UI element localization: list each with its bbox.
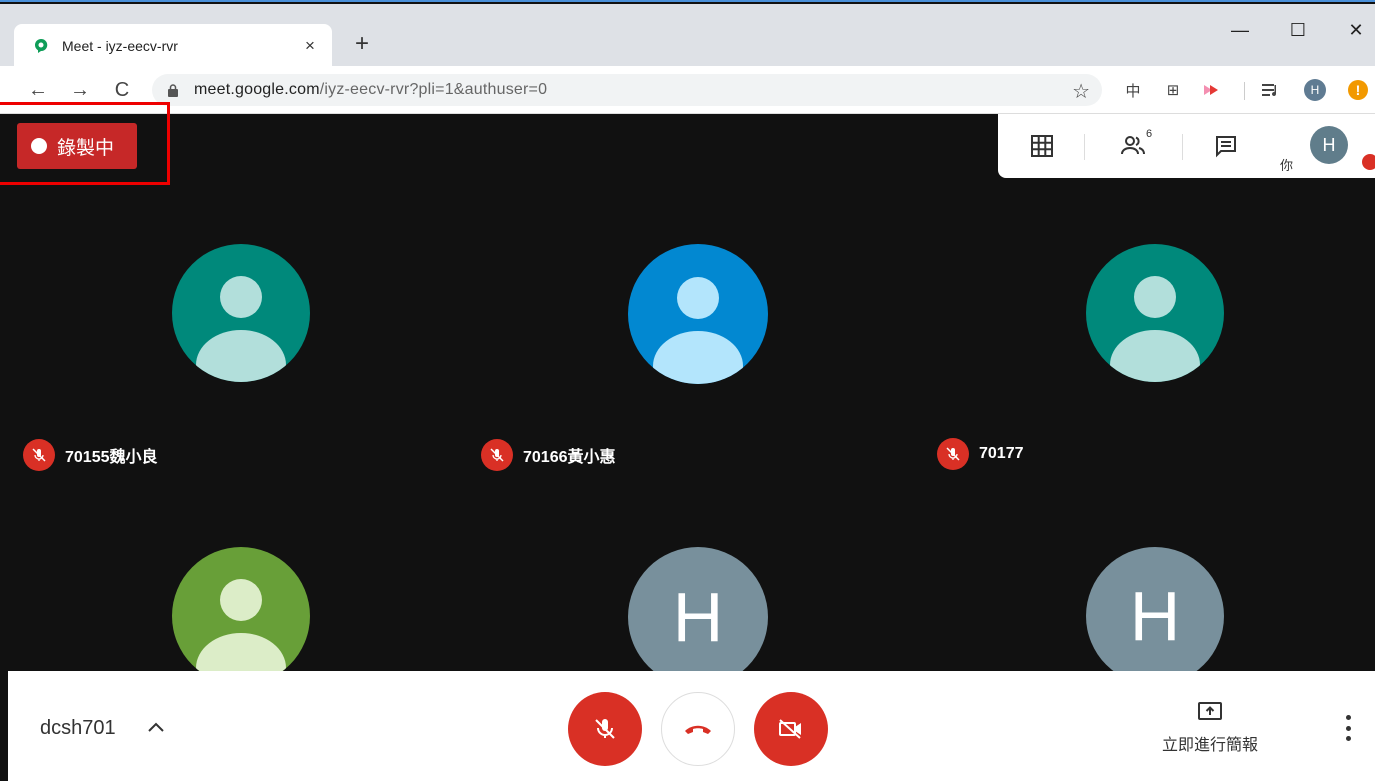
record-extension-icon[interactable] — [1200, 78, 1222, 102]
participant-name: 70155魏小良 — [23, 439, 158, 471]
meeting-code[interactable]: dcsh701 — [40, 717, 116, 740]
more-options-icon[interactable] — [1338, 715, 1358, 741]
participant-name: 70166黃小惠 — [481, 439, 616, 471]
leave-call-button[interactable] — [661, 692, 735, 766]
maximize-button[interactable]: ☐ — [1286, 18, 1310, 42]
chevron-up-icon[interactable] — [144, 715, 168, 739]
forward-button[interactable]: → — [68, 78, 92, 102]
grid-extension-icon[interactable]: ⊞ — [1162, 78, 1184, 102]
participant-name-text: 70155魏小良 — [65, 449, 158, 466]
lock-icon — [168, 84, 178, 97]
camera-toggle-button[interactable] — [754, 692, 828, 766]
address-bar: ← → C meet.google.com/iyz-eecv-rvr?pli=1… — [0, 66, 1375, 114]
participant-avatar — [172, 547, 310, 685]
participant-name: 70177 — [937, 438, 1024, 470]
url-input[interactable]: meet.google.com/iyz-eecv-rvr?pli=1&authu… — [152, 74, 1102, 106]
mic-off-icon — [937, 438, 969, 470]
person-head-icon — [220, 579, 262, 621]
profile-avatar[interactable]: H — [1302, 78, 1328, 102]
present-screen-icon — [1197, 701, 1223, 723]
camera-off-icon — [779, 719, 801, 739]
participant-avatar — [172, 244, 310, 382]
participants-button[interactable]: 6 — [1116, 128, 1152, 160]
present-now-button[interactable]: 立即進行簡報 — [1158, 701, 1262, 755]
person-body-icon — [196, 330, 286, 382]
present-now-label: 立即進行簡報 — [1161, 737, 1258, 754]
tab-title: Meet - iyz-eecv-rvr — [62, 38, 178, 54]
mic-toggle-button[interactable] — [568, 692, 642, 766]
chat-icon[interactable] — [1212, 132, 1240, 160]
minimize-button[interactable]: — — [1228, 18, 1252, 42]
hang-up-icon — [685, 725, 711, 734]
media-queue-icon[interactable] — [1260, 78, 1282, 102]
self-mic-off-icon — [1362, 154, 1375, 170]
update-warning-icon[interactable]: ! — [1346, 78, 1370, 102]
toolbar-separator — [1244, 82, 1245, 100]
tab-strip: Meet - iyz-eecv-rvr × + — ☐ ✕ — [0, 4, 1375, 68]
new-tab-button[interactable]: + — [350, 32, 374, 56]
self-avatar: H — [1310, 126, 1348, 164]
panel-separator — [1084, 134, 1085, 160]
self-label: 你 — [1280, 158, 1294, 173]
participant-count: 6 — [1146, 128, 1153, 140]
person-head-icon — [677, 277, 719, 319]
person-body-icon — [1110, 330, 1200, 382]
reload-button[interactable]: C — [110, 78, 134, 102]
profile-initial: H — [1304, 79, 1326, 101]
participant-name-text: 70166黃小惠 — [523, 449, 616, 466]
meeting-top-panel: 6 你 H — [998, 114, 1375, 178]
browser-window: Meet - iyz-eecv-rvr × + — ☐ ✕ ← → C meet… — [0, 0, 1375, 781]
person-head-icon — [1134, 276, 1176, 318]
people-icon — [1121, 136, 1145, 155]
participant-name-text: 70177 — [979, 445, 1024, 462]
bookmark-star-icon[interactable]: ☆ — [1072, 79, 1090, 104]
tab-close-icon[interactable]: × — [300, 36, 320, 56]
participant-avatar — [628, 244, 768, 384]
back-button[interactable]: ← — [26, 78, 50, 102]
highlight-box — [0, 102, 170, 185]
person-body-icon — [653, 331, 743, 384]
mic-off-icon — [23, 439, 55, 471]
tab-meet[interactable]: Meet - iyz-eecv-rvr × — [14, 24, 332, 68]
warning-mark: ! — [1348, 80, 1368, 100]
close-window-button[interactable]: ✕ — [1344, 18, 1368, 42]
translate-extension-icon[interactable]: 中 — [1122, 78, 1144, 102]
url-host: meet.google.com — [194, 81, 320, 98]
panel-separator — [1182, 134, 1183, 160]
person-head-icon — [220, 276, 262, 318]
participant-avatar: H — [1086, 547, 1224, 685]
url-path: /iyz-eecv-rvr?pli=1&authuser=0 — [319, 81, 548, 98]
layout-grid-icon[interactable] — [1028, 132, 1056, 160]
url-text: meet.google.com/iyz-eecv-rvr?pli=1&authu… — [194, 81, 547, 99]
participant-avatar: H — [628, 547, 768, 687]
mic-off-icon — [481, 439, 513, 471]
meeting-control-bar: dcsh701 立即進行簡報 — [8, 671, 1375, 781]
participant-avatar — [1086, 244, 1224, 382]
mic-off-icon — [595, 719, 615, 739]
meet-favicon-icon — [32, 37, 50, 55]
